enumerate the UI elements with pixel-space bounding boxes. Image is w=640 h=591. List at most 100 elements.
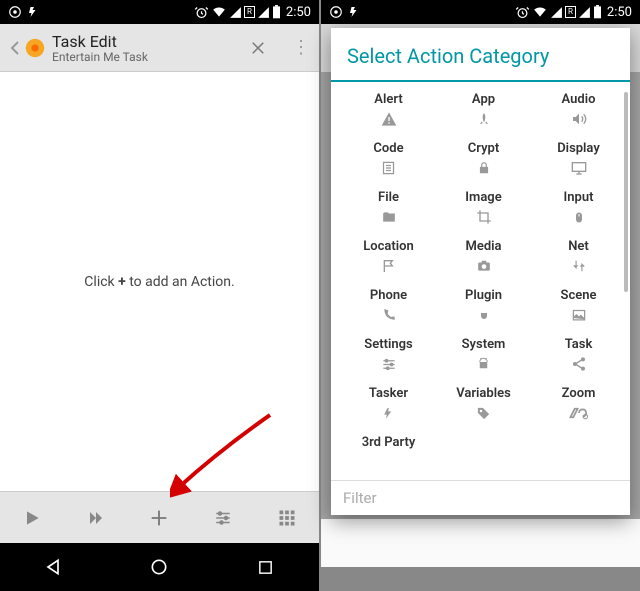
- category-label: Tasker: [343, 386, 434, 401]
- clock: 2:50: [286, 5, 311, 20]
- category-label: Plugin: [438, 288, 529, 303]
- page-title: Task Edit: [52, 32, 249, 51]
- add-action-button[interactable]: [137, 496, 181, 540]
- category-label: 3rd Party: [343, 435, 434, 450]
- plug-icon: [438, 305, 529, 325]
- list-icon: [343, 158, 434, 178]
- share-icon: [533, 354, 624, 374]
- blank-icon: [343, 452, 434, 472]
- warning-icon: [343, 109, 434, 129]
- bottom-toolbar: [0, 491, 319, 543]
- category-label: Variables: [438, 386, 529, 401]
- category-label: Scene: [533, 288, 624, 303]
- category-label: System: [438, 337, 529, 352]
- category-scene[interactable]: Scene: [533, 282, 624, 329]
- r-badge: R: [244, 6, 255, 18]
- category-label: File: [343, 190, 434, 205]
- category-task[interactable]: Task: [533, 331, 624, 378]
- category-label: Alert: [343, 92, 434, 107]
- sliders-button[interactable]: [201, 496, 245, 540]
- category-input[interactable]: Input: [533, 184, 624, 231]
- android-icon: [438, 354, 529, 374]
- mouse-icon: [533, 207, 624, 227]
- tag-icon: [438, 403, 529, 423]
- category-label: Code: [343, 141, 434, 156]
- category-3rd-party[interactable]: 3rd Party: [343, 429, 434, 476]
- category-label: Audio: [533, 92, 624, 107]
- back-icon[interactable]: [6, 40, 24, 56]
- alarm-icon: [194, 5, 209, 20]
- zoom-icon: [533, 403, 624, 423]
- wifi-icon: [211, 5, 227, 19]
- picture-icon: [533, 305, 624, 325]
- sliders-icon: [343, 354, 434, 374]
- category-zoom[interactable]: Zoom: [533, 380, 624, 427]
- empty-suffix: to add an Action.: [126, 274, 235, 290]
- empty-prefix: Click: [84, 274, 118, 290]
- category-crypt[interactable]: Crypt: [438, 135, 529, 182]
- dialog-title: Select Action Category: [331, 28, 630, 82]
- category-net[interactable]: Net: [533, 233, 624, 280]
- step-button[interactable]: [74, 496, 118, 540]
- category-app[interactable]: App: [438, 86, 529, 133]
- task-edit-header: Task Edit Entertain Me Task ⋮: [0, 24, 319, 72]
- category-alert[interactable]: Alert: [343, 86, 434, 133]
- category-media[interactable]: Media: [438, 233, 529, 280]
- status-bar: R 2:50: [0, 0, 319, 24]
- battery-icon: [272, 5, 281, 19]
- scrollbar[interactable]: [624, 92, 628, 292]
- nav-back-icon[interactable]: [29, 543, 77, 591]
- nav-bar: [0, 543, 319, 591]
- nav-recent-icon[interactable]: [242, 543, 290, 591]
- rocket-icon: [438, 109, 529, 129]
- empty-state: Click + to add an Action.: [0, 72, 319, 491]
- close-button[interactable]: [249, 39, 289, 57]
- category-plugin[interactable]: Plugin: [438, 282, 529, 329]
- bolt-icon: [348, 5, 360, 19]
- bolt-icon: [343, 403, 434, 423]
- category-location[interactable]: Location: [343, 233, 434, 280]
- category-label: Zoom: [533, 386, 624, 401]
- category-image[interactable]: Image: [438, 184, 529, 231]
- category-label: Settings: [343, 337, 434, 352]
- tasker-logo-icon: [24, 37, 46, 59]
- category-label: Display: [533, 141, 624, 156]
- overflow-menu-icon[interactable]: ⋮: [289, 45, 313, 51]
- grid-button[interactable]: [265, 496, 309, 540]
- camera-icon: [438, 256, 529, 276]
- empty-plus: +: [118, 274, 126, 290]
- battery-icon: [593, 5, 602, 19]
- category-settings[interactable]: Settings: [343, 331, 434, 378]
- category-label: Image: [438, 190, 529, 205]
- category-system[interactable]: System: [438, 331, 529, 378]
- phone-left: R 2:50 Task Edit Entertain Me Task ⋮ Cli…: [0, 0, 319, 567]
- page-subtitle: Entertain Me Task: [52, 50, 249, 64]
- category-label: Location: [343, 239, 434, 254]
- category-label: Task: [533, 337, 624, 352]
- category-variables[interactable]: Variables: [438, 380, 529, 427]
- category-label: Input: [533, 190, 624, 205]
- play-button[interactable]: [10, 496, 54, 540]
- brave-icon: [8, 5, 22, 19]
- category-label: Crypt: [438, 141, 529, 156]
- action-category-dialog: Select Action Category Alert App Audio Code…: [331, 28, 630, 515]
- r-badge: R: [565, 6, 576, 18]
- signal-icon: [550, 6, 563, 19]
- category-code[interactable]: Code: [343, 135, 434, 182]
- volume-icon: [533, 109, 624, 129]
- phone-icon: [343, 305, 434, 325]
- category-tasker[interactable]: Tasker: [343, 380, 434, 427]
- signal-icon: [229, 6, 242, 19]
- category-phone[interactable]: Phone: [343, 282, 434, 329]
- flag-icon: [343, 256, 434, 276]
- crop-icon: [438, 207, 529, 227]
- signal2-icon: [257, 6, 270, 19]
- category-audio[interactable]: Audio: [533, 86, 624, 133]
- category-grid: Alert App Audio Code Crypt Display File Image In…: [331, 82, 630, 480]
- category-display[interactable]: Display: [533, 135, 624, 182]
- updown-icon: [533, 256, 624, 276]
- category-label: Net: [533, 239, 624, 254]
- nav-home-icon[interactable]: [135, 543, 183, 591]
- filter-input[interactable]: Filter: [331, 480, 630, 515]
- category-file[interactable]: File: [343, 184, 434, 231]
